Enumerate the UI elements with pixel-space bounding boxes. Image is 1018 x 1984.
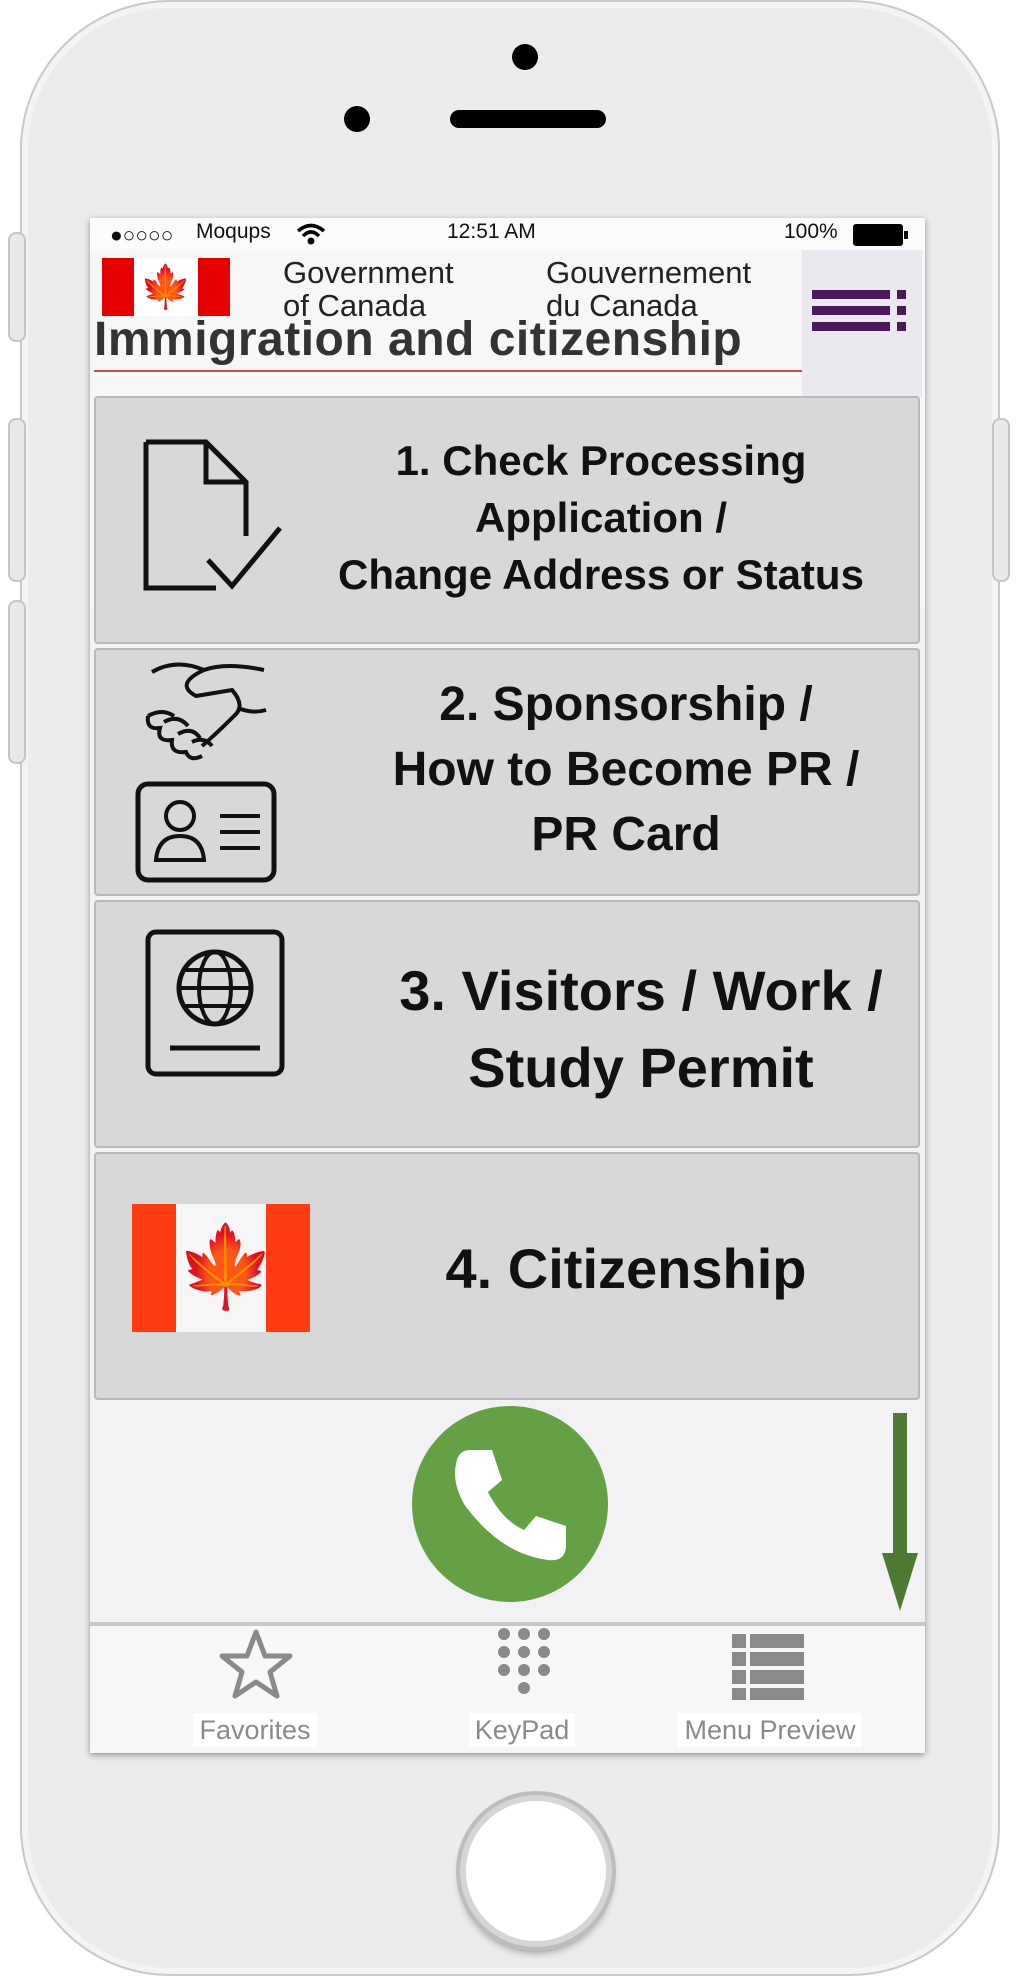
- tab-label: Menu Preview: [678, 1713, 862, 1747]
- down-arrow-icon: [882, 1413, 918, 1611]
- mute-switch[interactable]: [8, 232, 26, 342]
- handshake-id-card-icon: [135, 662, 277, 883]
- keypad-icon: [498, 1628, 550, 1694]
- wifi-icon: [296, 223, 326, 245]
- card-visitors-work-study[interactable]: 3. Visitors / Work / Study Permit: [94, 900, 920, 1148]
- phone-icon: [455, 1450, 566, 1561]
- status-bar: ●○○○○ Moqups 12:51 AM 100%: [90, 218, 925, 250]
- battery-icon: [853, 224, 908, 246]
- tab-menu-preview[interactable]: Menu Preview: [670, 1626, 870, 1753]
- tab-label: KeyPad: [468, 1713, 576, 1747]
- card-sponsorship[interactable]: 2. Sponsorship / How to Become PR / PR C…: [94, 648, 920, 896]
- star-icon: [219, 1629, 293, 1699]
- card-label: 4. Citizenship: [445, 1237, 807, 1300]
- volume-up-button[interactable]: [8, 418, 26, 582]
- battery-percent: 100%: [784, 220, 838, 243]
- card-check-processing[interactable]: 1. Check Processing Application / Change…: [94, 396, 920, 644]
- front-camera: [512, 44, 538, 70]
- app-screen: ●○○○○ Moqups 12:51 AM 100% 🍁 Government …: [90, 218, 925, 1753]
- document-check-icon: [143, 439, 282, 591]
- earpiece-speaker: [450, 110, 606, 128]
- passport-icon: [145, 929, 285, 1077]
- tab-label: Favorites: [193, 1713, 317, 1747]
- hamburger-menu-icon[interactable]: [802, 250, 922, 398]
- volume-down-button[interactable]: [8, 600, 26, 764]
- carrier-name: Moqups: [196, 220, 271, 243]
- canada-flag-icon: 🍁: [132, 1204, 310, 1332]
- clock: 12:51 AM: [447, 220, 536, 243]
- card-label: 1. Check Processing Application / Change…: [338, 437, 864, 598]
- card-label: 2. Sponsorship / How to Become PR / PR C…: [392, 678, 860, 861]
- page-title: Immigration and citizenship: [94, 310, 812, 372]
- card-citizenship[interactable]: 🍁 4. Citizenship: [94, 1152, 920, 1400]
- signal-strength: ●○○○○: [110, 224, 174, 247]
- call-button[interactable]: [412, 1406, 608, 1602]
- card-label: 3. Visitors / Work / Study Permit: [399, 959, 883, 1099]
- tab-bar: Favorites KeyPad Menu Preview: [90, 1622, 925, 1753]
- power-button[interactable]: [992, 418, 1010, 582]
- tab-keypad[interactable]: KeyPad: [456, 1626, 588, 1753]
- proximity-sensor: [344, 106, 370, 132]
- home-button[interactable]: [460, 1795, 612, 1947]
- canada-flag-logo: 🍁: [102, 258, 230, 316]
- tab-favorites[interactable]: Favorites: [184, 1626, 326, 1753]
- list-icon: [732, 1634, 804, 1700]
